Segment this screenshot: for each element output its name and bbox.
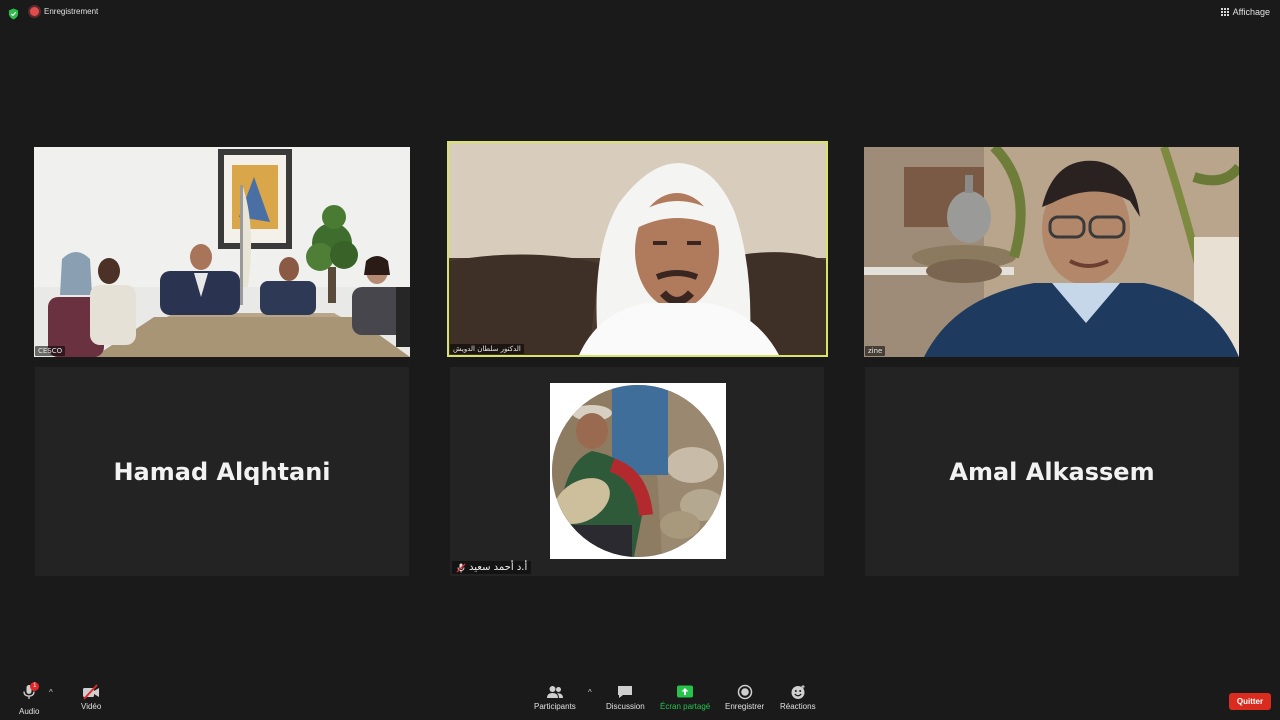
audio-label: Audio (19, 707, 40, 716)
grid-view-icon (1220, 8, 1229, 16)
video-label: Vidéo (81, 702, 102, 711)
shield-check-icon[interactable] (8, 8, 19, 20)
reactions-label: Réactions (780, 702, 816, 711)
share-screen-icon (677, 685, 694, 698)
participant-name-label: أ.د أحمد سعيد (469, 562, 528, 573)
recording-label: Enregistrement (44, 7, 99, 16)
participant-tile-amal[interactable]: Amal Alkassem (865, 367, 1239, 576)
participant-name-tag: الدكتور سلطان الدويش (450, 344, 524, 354)
reactions-button[interactable]: Réactions (780, 684, 816, 711)
participant-name-tag: CESCO (35, 346, 66, 356)
video-tile-active-speaker[interactable]: الدكتور سلطان الدويش (447, 141, 828, 357)
participant-name: Amal Alkassem (949, 457, 1155, 486)
participant-tile-profile-photo[interactable]: أ.د أحمد سعيد (450, 367, 824, 576)
chat-bubble-icon (618, 686, 633, 698)
participant-name-tag: أ.د أحمد سعيد (452, 561, 532, 574)
view-label: Affichage (1232, 7, 1270, 17)
audio-options-caret-icon[interactable]: ^ (49, 688, 53, 697)
record-dot-icon (30, 7, 39, 16)
record-label: Enregistrer (725, 702, 765, 711)
audio-button[interactable]: 1 Audio (19, 682, 40, 716)
video-tile-zine[interactable]: zine (864, 147, 1239, 357)
video-tile-cesco[interactable]: CESCO (34, 147, 410, 357)
participants-icon (546, 686, 563, 698)
video-button[interactable]: Vidéo (81, 684, 101, 711)
participants-label: Participants (534, 702, 576, 711)
video-feed-speaker (449, 143, 826, 355)
meeting-top-bar: Enregistrement Affichage (0, 0, 1280, 28)
participant-tile-hamad[interactable]: Hamad Alqhtani (35, 367, 409, 576)
chat-button[interactable]: Discussion (606, 684, 645, 711)
participant-name: Hamad Alqhtani (113, 457, 331, 486)
video-camera-off-icon (83, 684, 100, 700)
profile-photo (552, 385, 724, 557)
meeting-toolbar: 1 Audio ^ Vidéo Participants ^ Discussio… (0, 682, 1280, 720)
share-screen-label: Écran partagé (660, 702, 711, 711)
smiley-icon (791, 685, 805, 699)
record-button[interactable]: Enregistrer (725, 684, 764, 711)
view-button[interactable]: Affichage (1220, 7, 1270, 17)
video-feed-zine (864, 147, 1239, 357)
microphone-muted-icon (456, 563, 466, 572)
recording-indicator[interactable]: Enregistrement (30, 7, 98, 16)
participants-options-caret-icon[interactable]: ^ (588, 688, 592, 697)
avatar (550, 383, 726, 559)
video-feed-conference-room (34, 147, 410, 357)
chat-label: Discussion (606, 702, 645, 711)
record-icon (737, 684, 752, 700)
share-screen-button[interactable]: Écran partagé (660, 684, 710, 711)
quit-button[interactable]: Quitter (1229, 693, 1271, 710)
participant-name-tag: zine (865, 346, 886, 356)
participants-button[interactable]: Participants (534, 684, 576, 711)
